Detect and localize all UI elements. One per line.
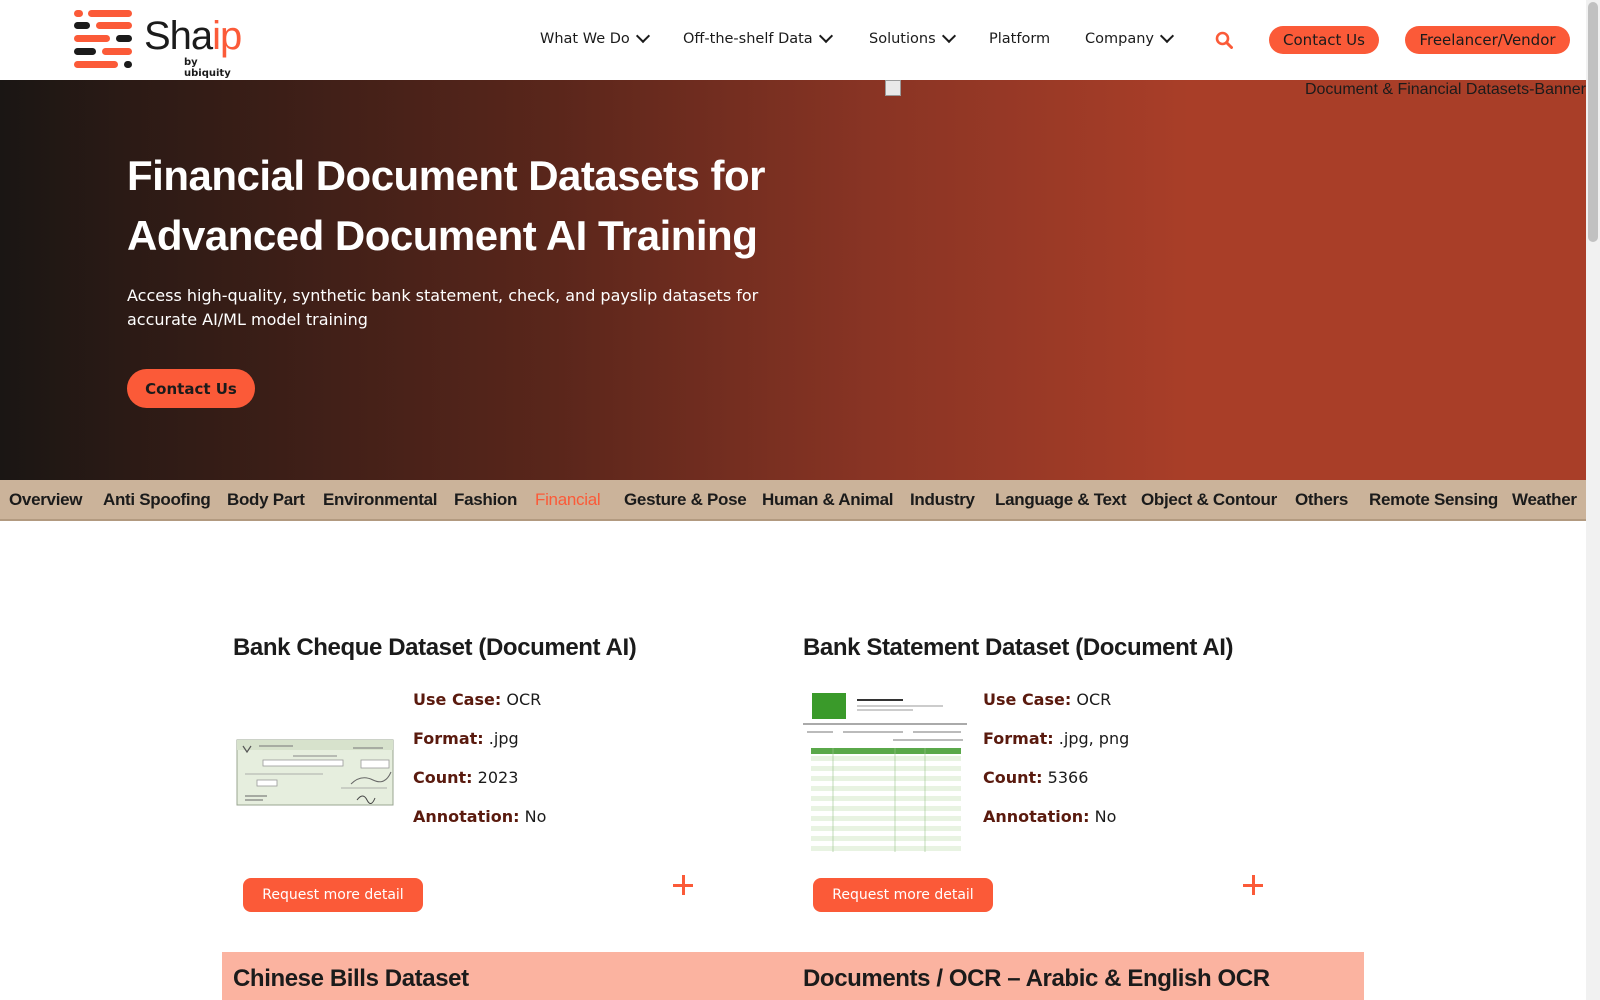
dataset-title: Bank Cheque Dataset (Document AI) [233,634,637,661]
nav-platform[interactable]: Platform [989,31,1050,47]
bank-statement-thumbnail [803,690,967,854]
count-label: Count: [413,768,473,787]
shaip-logo[interactable]: Shaip by ubiquity [74,10,244,79]
annotation-value: No [1094,807,1117,826]
tab-object-contour[interactable]: Object & Contour [1141,490,1277,510]
tab-industry[interactable]: Industry [910,490,975,510]
use-case-label: Use Case: [413,690,502,709]
tab-human-animal[interactable]: Human & Animal [762,490,893,510]
page-scrollbar[interactable] [1586,0,1600,1000]
format-field: Format: .jpg [413,729,519,748]
count-value: 5366 [1047,768,1089,787]
chevron-down-icon [818,28,833,44]
count-label: Count: [983,768,1043,787]
tab-gesture-pose[interactable]: Gesture & Pose [624,490,747,510]
use-case-value: OCR [1076,690,1112,709]
tab-body-part[interactable]: Body Part [227,490,305,510]
nav-label: Company [1085,31,1154,47]
format-field: Format: .jpg, png [983,729,1129,748]
nav-off-the-shelf-data[interactable]: Off-the-shelf Data [683,28,833,47]
use-case-label: Use Case: [983,690,1072,709]
request-more-detail-button[interactable]: Request more detail [243,878,423,912]
chevron-down-icon [1159,28,1175,44]
scrollbar-thumb[interactable] [1588,2,1598,242]
format-value: .jpg [488,729,519,748]
use-case-field: Use Case: OCR [413,690,541,709]
tab-fashion[interactable]: Fashion [454,490,517,510]
use-case-field: Use Case: OCR [983,690,1111,709]
hero-banner: Document & Financial Datasets-Banner Fin… [0,80,1586,480]
bank-cheque-thumbnail [233,690,397,854]
nav-label: What We Do [540,31,630,47]
annotation-field: Annotation: No [413,807,546,826]
nav-label: Off-the-shelf Data [683,31,813,47]
search-icon[interactable] [1215,31,1233,49]
nav-label: Solutions [869,31,936,47]
annotation-label: Annotation: [413,807,520,826]
tab-financial[interactable]: Financial [535,490,601,510]
banner-image-alt-text: Document & Financial Datasets-Banner [1304,81,1586,98]
annotation-value: No [524,807,547,826]
tab-others[interactable]: Others [1295,490,1348,510]
format-value: .jpg, png [1058,729,1130,748]
hero-contact-us-button[interactable]: Contact Us [127,369,255,408]
tab-anti-spoofing[interactable]: Anti Spoofing [103,490,211,510]
site-header: Shaip by ubiquity What We Do Off-the-she… [0,0,1586,80]
tab-environmental[interactable]: Environmental [323,490,437,510]
count-field: Count: 5366 [983,768,1088,787]
tab-language-text[interactable]: Language & Text [995,490,1127,510]
logo-mark-icon [74,10,132,68]
nav-what-we-do[interactable]: What We Do [540,28,650,47]
format-label: Format: [983,729,1054,748]
page-title: Financial Document Datasets for Advanced… [127,152,765,259]
broken-image-icon [885,80,901,96]
format-label: Format: [413,729,484,748]
logo-tagline: by ubiquity [184,57,231,79]
dataset-title: Documents / OCR – Arabic & English OCR [803,965,1270,992]
category-tab-bar: Overview Anti Spoofing Body Part Environ… [0,480,1586,521]
expand-plus-icon[interactable] [673,875,695,897]
dataset-title: Chinese Bills Dataset [233,965,469,992]
chevron-down-icon [941,28,956,44]
tab-remote-sensing[interactable]: Remote Sensing [1369,490,1498,510]
expand-plus-icon[interactable] [1243,875,1265,897]
freelancer-vendor-button[interactable]: Freelancer/Vendor [1405,26,1570,54]
contact-us-button[interactable]: Contact Us [1269,26,1379,54]
count-value: 2023 [477,768,519,787]
dataset-title: Bank Statement Dataset (Document AI) [803,634,1234,661]
chevron-down-icon [635,28,650,44]
tab-overview[interactable]: Overview [9,490,83,510]
tab-weather[interactable]: Weather [1512,490,1577,510]
logo-wordmark: Shaip [144,14,242,58]
count-field: Count: 2023 [413,768,518,787]
annotation-label: Annotation: [983,807,1090,826]
hero-subtitle: Access high-quality, synthetic bank stat… [127,286,759,329]
nav-solutions[interactable]: Solutions [869,28,956,47]
nav-company[interactable]: Company [1085,28,1175,47]
request-more-detail-button[interactable]: Request more detail [813,878,993,912]
annotation-field: Annotation: No [983,807,1116,826]
use-case-value: OCR [506,690,542,709]
nav-label: Platform [989,31,1051,47]
